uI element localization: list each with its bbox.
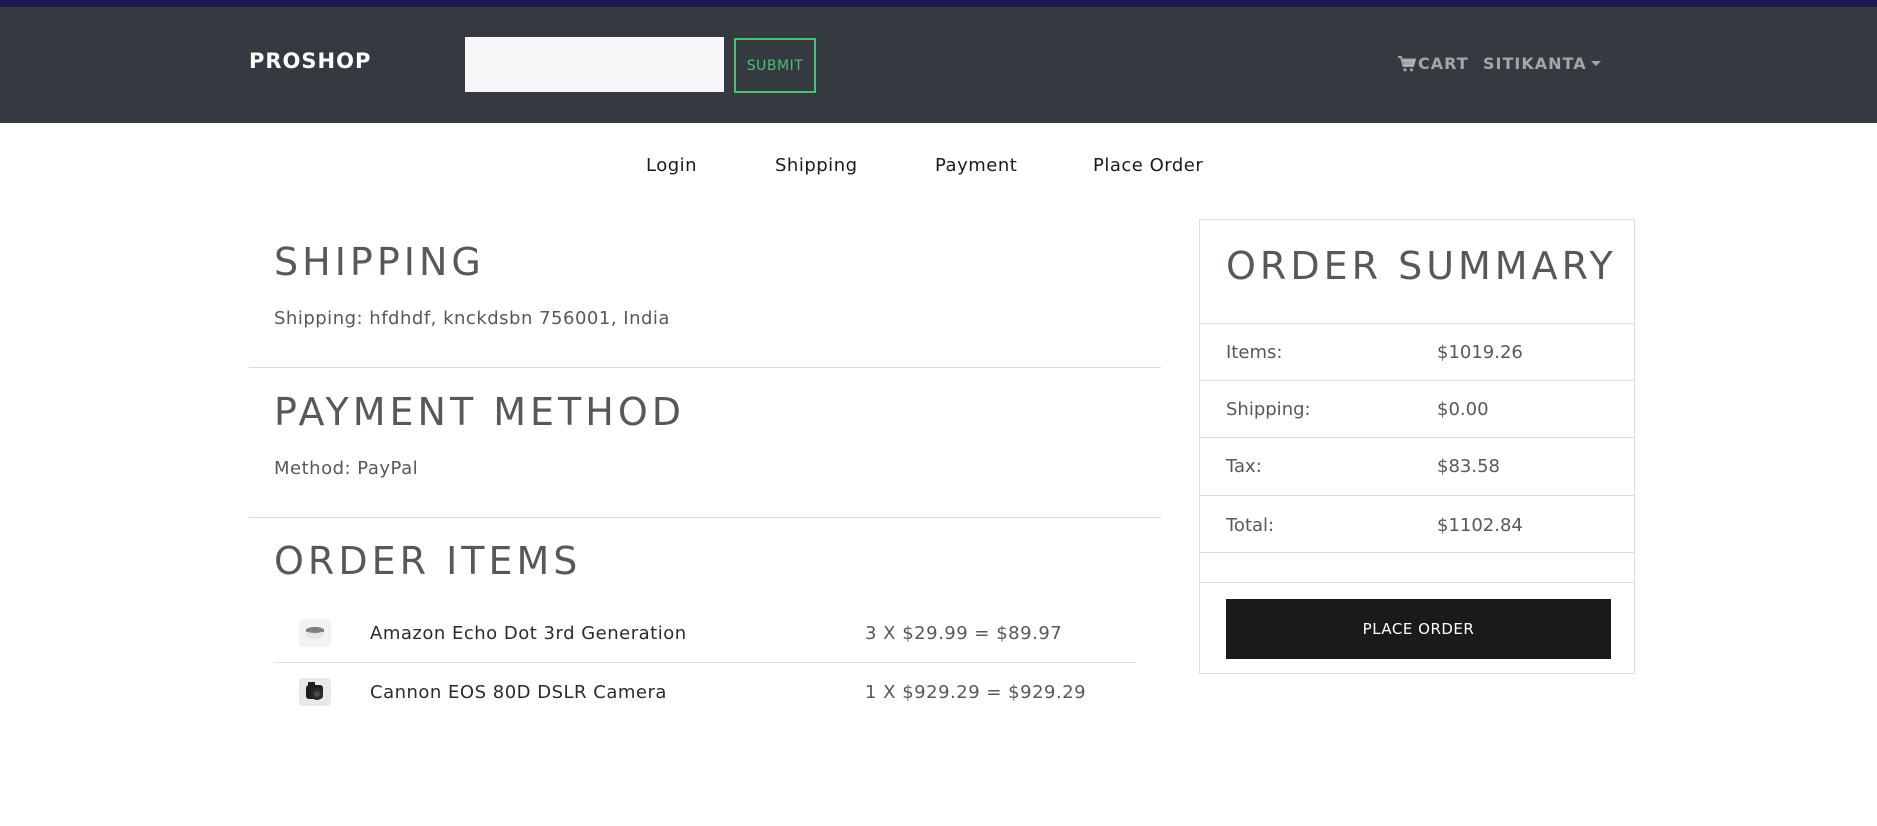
item-price: 3 X $29.99 = $89.97 <box>865 623 1063 644</box>
item-name-link[interactable]: Cannon EOS 80D DSLR Camera <box>370 682 667 703</box>
summary-label: Total: <box>1226 515 1275 536</box>
item-price: 1 X $929.29 = $929.29 <box>865 682 1087 703</box>
summary-label: Tax: <box>1226 456 1262 477</box>
step-place-order[interactable]: Place Order <box>1093 155 1203 176</box>
divider <box>249 367 1161 368</box>
summary-label: Items: <box>1226 342 1283 363</box>
summary-value: $0.00 <box>1437 399 1489 420</box>
payment-heading: PAYMENT METHOD <box>274 390 686 434</box>
top-strip <box>0 0 1877 7</box>
user-name: SITIKANTA <box>1483 54 1587 73</box>
navbar: PROSHOP SUBMIT CART SITIKANTA <box>0 7 1877 123</box>
summary-row-total: Total: $1102.84 <box>1200 495 1634 553</box>
order-summary-card: ORDER SUMMARY Items: $1019.26 Shipping: … <box>1199 219 1635 674</box>
cart-icon <box>1398 55 1416 71</box>
order-summary-heading: ORDER SUMMARY <box>1226 244 1617 288</box>
submit-button[interactable]: SUBMIT <box>734 38 816 93</box>
step-shipping[interactable]: Shipping <box>775 155 858 176</box>
checkout-steps: Login Shipping Payment Place Order <box>0 155 1877 179</box>
step-payment[interactable]: Payment <box>935 155 1017 176</box>
summary-value: $83.58 <box>1437 456 1500 477</box>
brand-logo[interactable]: PROSHOP <box>249 49 371 73</box>
step-login[interactable]: Login <box>646 155 697 176</box>
summary-row-items: Items: $1019.26 <box>1200 323 1634 381</box>
search-input[interactable] <box>465 37 724 92</box>
summary-row-shipping: Shipping: $0.00 <box>1200 380 1634 438</box>
summary-value: $1102.84 <box>1437 515 1523 536</box>
divider <box>1200 582 1634 583</box>
product-image <box>299 619 331 647</box>
summary-value: $1019.26 <box>1437 342 1523 363</box>
summary-row-empty <box>1200 552 1634 583</box>
chevron-down-icon <box>1590 61 1601 66</box>
cart-label: CART <box>1418 54 1469 73</box>
summary-label: Shipping: <box>1226 399 1311 420</box>
payment-method: Method: PayPal <box>274 458 419 479</box>
summary-row-tax: Tax: $83.58 <box>1200 437 1634 496</box>
product-image <box>299 678 331 706</box>
shipping-address: Shipping: hfdhdf, knckdsbn 756001, India <box>274 308 670 329</box>
order-items-heading: ORDER ITEMS <box>274 539 582 583</box>
list-item: Amazon Echo Dot 3rd Generation 3 X $29.9… <box>274 604 1136 663</box>
item-name-link[interactable]: Amazon Echo Dot 3rd Generation <box>370 623 687 644</box>
user-menu[interactable]: SITIKANTA <box>1483 54 1601 73</box>
place-order-button[interactable]: PLACE ORDER <box>1226 599 1611 659</box>
list-item: Cannon EOS 80D DSLR Camera 1 X $929.29 =… <box>274 663 1136 721</box>
cart-link[interactable]: CART <box>1398 54 1469 73</box>
divider <box>249 517 1161 518</box>
shipping-heading: SHIPPING <box>274 240 485 284</box>
